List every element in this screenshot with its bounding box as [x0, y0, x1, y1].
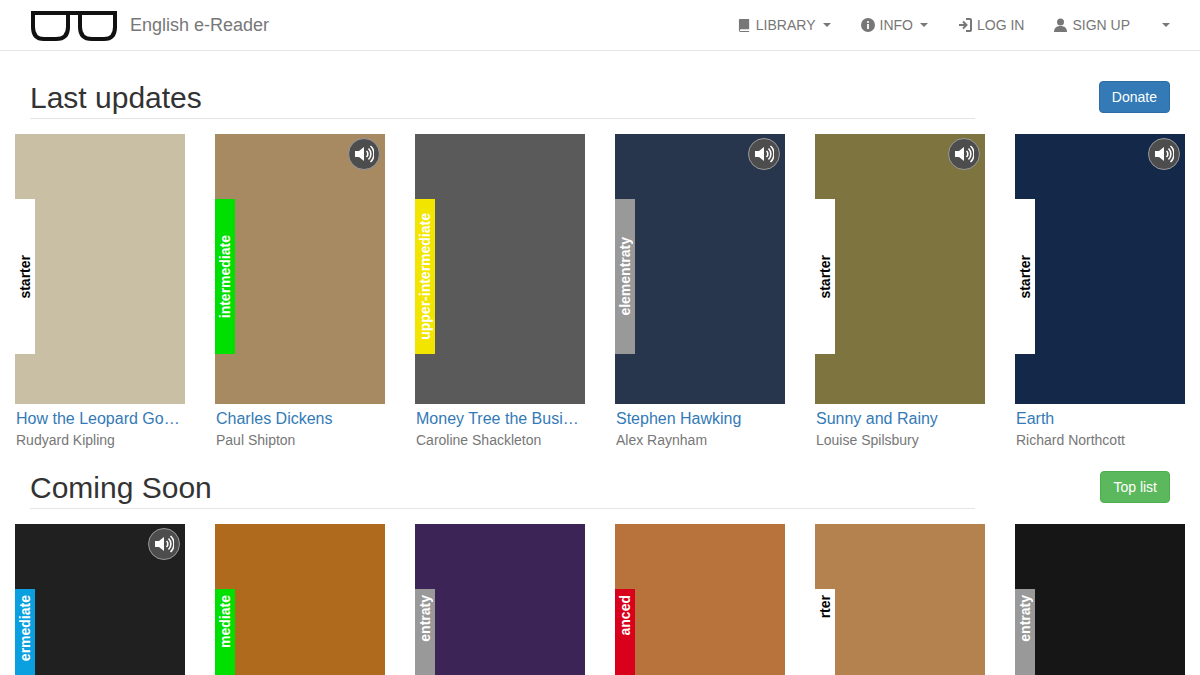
book-list: starter How the Leopard Go… Rudyard Kipl…: [15, 134, 1185, 450]
book-cover[interactable]: starter: [815, 134, 985, 404]
book-cover[interactable]: mediate: [215, 524, 385, 675]
book-cover[interactable]: intermediate: [215, 134, 385, 404]
nav-label: LIBRARY: [756, 17, 816, 33]
book-title[interactable]: How the Leopard Go…: [15, 408, 185, 430]
book-title[interactable]: Money Tree the Busi…: [415, 408, 585, 430]
user-icon: [1054, 18, 1067, 32]
book-author: Rudyard Kipling: [15, 430, 185, 450]
book-card: mediate: [215, 524, 385, 675]
level-badge: anced: [615, 589, 635, 675]
book-card: intermediate Charles Dickens Paul Shipto…: [215, 134, 385, 450]
book-icon: [738, 18, 751, 33]
glasses-icon: [30, 9, 118, 41]
book-cover[interactable]: entraty: [415, 524, 585, 675]
book-section: Coming Soon Top list ermediate mediate e…: [15, 471, 1185, 675]
book-author: Paul Shipton: [215, 430, 385, 450]
level-badge: entraty: [415, 589, 435, 675]
book-card: ermediate: [15, 524, 185, 675]
book-list: ermediate mediate entraty anced rter ent…: [15, 524, 1185, 675]
nav-label: INFO: [880, 17, 913, 33]
level-badge: entraty: [1015, 589, 1035, 675]
book-author: Richard Northcott: [1015, 430, 1185, 450]
nav-label: SIGN UP: [1072, 17, 1130, 33]
caret-icon: [823, 23, 831, 27]
brand-title: English e-Reader: [130, 15, 269, 36]
section-button[interactable]: Top list: [1100, 471, 1170, 503]
audio-badge: [148, 528, 180, 560]
book-cover[interactable]: starter: [15, 134, 185, 404]
book-author: Alex Raynham: [615, 430, 785, 450]
caret-icon: [1162, 23, 1170, 27]
page: English e-Reader LIBRARY INFO LOG IN SIG…: [0, 0, 1200, 675]
book-cover[interactable]: elementraty: [615, 134, 785, 404]
navbar: English e-Reader LIBRARY INFO LOG IN SIG…: [0, 0, 1200, 51]
audio-badge: [748, 138, 780, 170]
level-badge: ermediate: [15, 589, 35, 675]
section-title: Coming Soon: [30, 471, 975, 509]
book-section: Last updates Donate starter How the Leop…: [15, 81, 1185, 450]
info-circle-icon: [861, 18, 875, 32]
book-card: starter Sunny and Rainy Louise Spilsbury: [815, 134, 985, 450]
main-content: Last updates Donate starter How the Leop…: [0, 51, 1200, 675]
sign-in-icon: [958, 18, 972, 32]
book-cover[interactable]: ermediate: [15, 524, 185, 675]
book-title[interactable]: Stephen Hawking: [615, 408, 785, 430]
audio-badge: [348, 138, 380, 170]
book-author: Louise Spilsbury: [815, 430, 985, 450]
level-badge: intermediate: [215, 199, 235, 354]
nav-item[interactable]: LIBRARY: [723, 0, 846, 50]
audio-badge: [1148, 138, 1180, 170]
book-card: starter Earth Richard Northcott: [1015, 134, 1185, 450]
book-card: entraty: [1015, 524, 1185, 675]
book-card: starter How the Leopard Go… Rudyard Kipl…: [15, 134, 185, 450]
book-title[interactable]: Earth: [1015, 408, 1185, 430]
nav-item[interactable]: INFO: [846, 0, 943, 50]
nav-item[interactable]: LOG IN: [943, 0, 1039, 50]
nav-item[interactable]: [1145, 0, 1185, 50]
level-badge: elementraty: [615, 199, 635, 354]
book-title[interactable]: Sunny and Rainy: [815, 408, 985, 430]
speaker-icon: [754, 145, 774, 163]
nav-item[interactable]: SIGN UP: [1039, 0, 1145, 50]
book-card: elementraty Stephen Hawking Alex Raynham: [615, 134, 785, 450]
nav-label: LOG IN: [977, 17, 1024, 33]
book-card: entraty: [415, 524, 585, 675]
book-cover[interactable]: entraty: [1015, 524, 1185, 675]
section-title: Last updates: [30, 81, 975, 119]
book-author: Caroline Shackleton: [415, 430, 585, 450]
book-card: upper-intermediate Money Tree the Busi… …: [415, 134, 585, 450]
level-badge: starter: [815, 199, 835, 354]
level-badge: mediate: [215, 589, 235, 675]
book-cover[interactable]: anced: [615, 524, 785, 675]
brand-link[interactable]: English e-Reader: [15, 9, 284, 41]
book-cover[interactable]: starter: [1015, 134, 1185, 404]
level-badge: starter: [1015, 199, 1035, 354]
caret-icon: [920, 23, 928, 27]
book-card: rter: [815, 524, 985, 675]
book-cover[interactable]: upper-intermediate: [415, 134, 585, 404]
nav-menu: LIBRARY INFO LOG IN SIGN UP: [723, 0, 1185, 50]
speaker-icon: [154, 535, 174, 553]
speaker-icon: [954, 145, 974, 163]
level-badge: starter: [15, 199, 35, 354]
book-card: anced: [615, 524, 785, 675]
level-badge: rter: [815, 589, 835, 675]
audio-badge: [948, 138, 980, 170]
speaker-icon: [354, 145, 374, 163]
section-button[interactable]: Donate: [1099, 81, 1170, 113]
section-header: Coming Soon Top list: [15, 471, 1185, 509]
book-title[interactable]: Charles Dickens: [215, 408, 385, 430]
section-header: Last updates Donate: [15, 81, 1185, 119]
book-cover[interactable]: rter: [815, 524, 985, 675]
level-badge: upper-intermediate: [415, 199, 435, 354]
speaker-icon: [1154, 145, 1174, 163]
